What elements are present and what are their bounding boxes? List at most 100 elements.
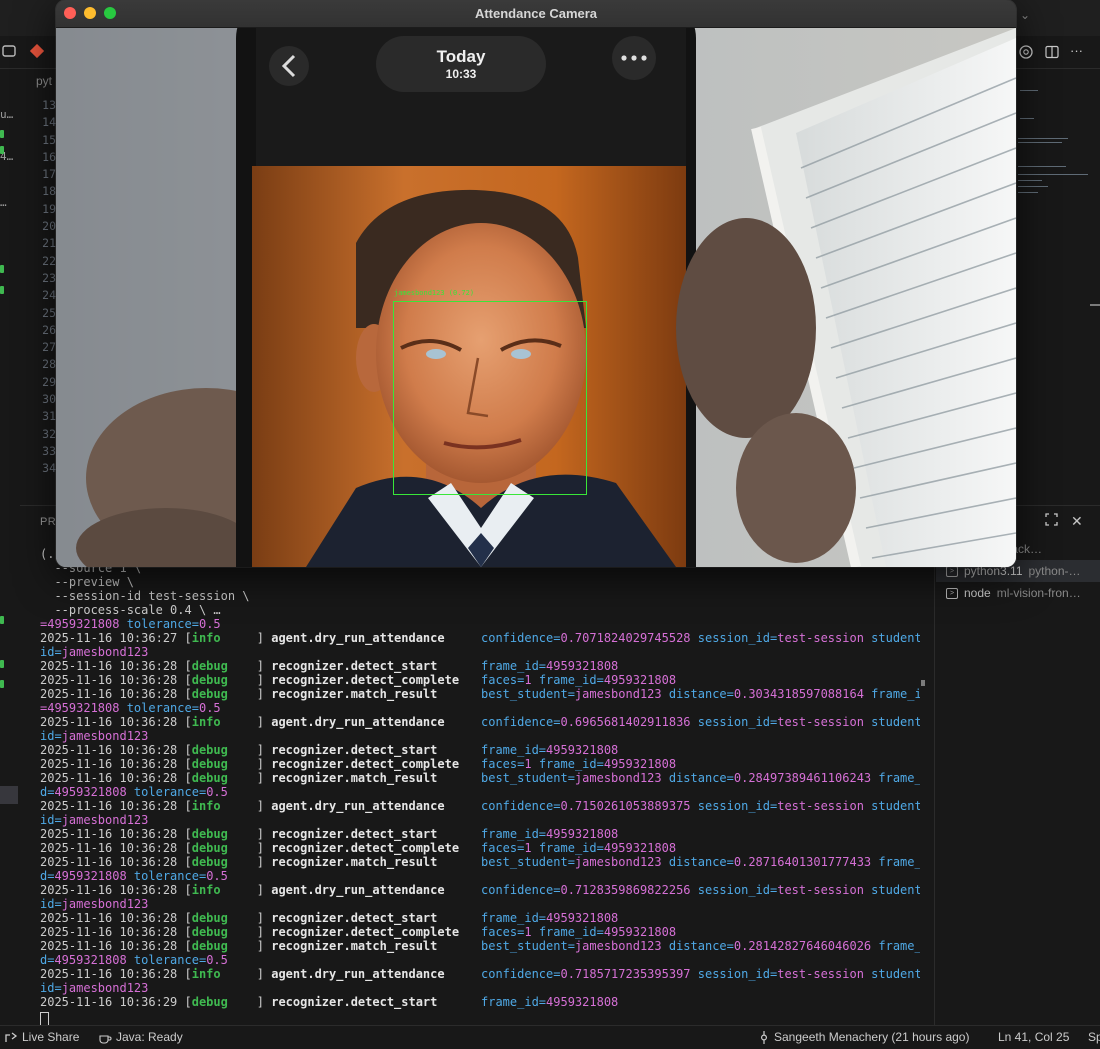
git-status-mark [0, 660, 4, 668]
log-timestamp: 2025-11-16 10:36:28 [40, 827, 178, 841]
cursor-position[interactable]: Ln 41, Col 25 [998, 1030, 1069, 1044]
log-field-value: 4959321808 [603, 757, 677, 771]
log-event: recognizer.detect_start [271, 911, 438, 925]
log-line: 2025-11-16 10:36:28 [info ] agent.dry_ru… [40, 715, 445, 729]
java-status-button[interactable]: Java: Ready [98, 1030, 183, 1044]
log-level: debug [191, 925, 228, 939]
log-timestamp: 2025-11-16 10:36:28 [40, 715, 178, 729]
terminal-command-line: --session-id test-session \ [40, 589, 250, 603]
log-field-key: frame_i [878, 771, 920, 785]
camera-window-title-bar[interactable]: Attendance Camera [56, 0, 1016, 28]
log-field-key: best_student= [481, 771, 575, 785]
camera-window[interactable]: Attendance Camera Today 10:33 jamesbond1… [56, 0, 1016, 567]
log-timestamp: 2025-11-16 10:36:28 [40, 659, 178, 673]
log-field-key: id= [40, 645, 62, 659]
terminal-session-name: node [964, 586, 991, 600]
log-field-key: frame_i [878, 855, 920, 869]
log-field-value: 4959321808 [603, 673, 677, 687]
live-share-button[interactable]: Live Share [4, 1030, 79, 1044]
log-field-key: tolerance= [126, 785, 207, 799]
activity-selected [0, 786, 18, 804]
git-blame-item[interactable]: Sangeeth Menachery (21 hours ago) [758, 1030, 969, 1044]
spaces-indicator[interactable]: Sp [1088, 1030, 1100, 1044]
log-timestamp: 2025-11-16 10:36:28 [40, 757, 178, 771]
log-field-key: distance= [661, 771, 734, 785]
log-field-value: 0.7128359869822256 [560, 883, 691, 897]
log-field-value: 4959321808 [546, 911, 619, 925]
minimap[interactable] [1016, 80, 1092, 220]
log-timestamp: 2025-11-16 10:36:28 [40, 967, 178, 981]
log-wrap-line: id=jamesbond123 [40, 897, 148, 911]
log-field-key: session_id= [690, 967, 778, 981]
log-field-key: d= [40, 785, 55, 799]
log-fields: frame_id=4959321808 [481, 743, 618, 757]
log-wrap-line: d=4959321808 tolerance=0.5 [40, 869, 228, 883]
chevron-down-icon[interactable]: ⌄ [1020, 8, 1030, 22]
editor-tab-label[interactable]: pyt [36, 74, 52, 88]
git-icon[interactable] [30, 44, 44, 58]
log-field-key: confidence= [481, 883, 561, 897]
log-field-key: session_id= [690, 715, 778, 729]
log-fields: confidence=0.7185717235395397 session_id… [481, 967, 920, 981]
log-field-value: 0.6965681402911836 [560, 715, 691, 729]
split-icon[interactable] [2, 44, 16, 58]
line-number: 32 [42, 426, 56, 441]
chatgpt-icon[interactable] [1018, 44, 1034, 60]
log-field-key: frame_id= [531, 757, 604, 771]
log-field-key: best_student= [481, 687, 575, 701]
log-wrap-line: id=jamesbond123 [40, 813, 148, 827]
log-line: 2025-11-16 10:36:28 [debug ] recognizer.… [40, 925, 460, 939]
log-level: debug [191, 855, 228, 869]
log-event: recognizer.detect_start [271, 659, 438, 673]
log-event: recognizer.detect_complete [271, 757, 460, 771]
terminal-session-item[interactable]: > node ml-vision-fron… [936, 582, 1100, 604]
line-number: 22 [42, 253, 56, 268]
log-field-key: distance= [661, 687, 734, 701]
log-field-value: 0.5 [206, 953, 228, 967]
log-timestamp: 2025-11-16 10:36:28 [40, 771, 178, 785]
log-event: agent.dry_run_attendance [271, 631, 445, 645]
log-timestamp: 2025-11-16 10:36:28 [40, 883, 178, 897]
close-panel-icon[interactable]: ✕ [1071, 513, 1083, 530]
log-field-value: 1 [524, 925, 532, 939]
log-field-key: frame_id= [481, 827, 547, 841]
split-editor-icon[interactable] [1044, 44, 1060, 60]
log-field-value: jamesbond123 [574, 939, 662, 953]
log-line: 2025-11-16 10:36:28 [info ] agent.dry_ru… [40, 967, 445, 981]
log-timestamp: 2025-11-16 10:36:27 [40, 631, 178, 645]
log-field-value: 1 [524, 841, 532, 855]
terminal-output[interactable]: (. --source 1 \ --preview \ --session-id… [20, 545, 920, 1025]
log-field-key: tolerance= [126, 869, 207, 883]
terminal-session-desc: python-… [1028, 564, 1081, 578]
log-fields: confidence=0.6965681402911836 session_id… [481, 715, 920, 729]
log-field-value: 4959321808 [546, 995, 619, 1009]
log-line: 2025-11-16 10:36:27 [info ] agent.dry_ru… [40, 631, 445, 645]
log-field-value: jamesbond123 [574, 771, 662, 785]
status-bar: Live Share Java: Ready Sangeeth Menacher… [0, 1025, 1100, 1049]
log-field-key: faces= [481, 925, 525, 939]
log-field-key: confidence= [481, 967, 561, 981]
log-timestamp: 2025-11-16 10:36:28 [40, 687, 178, 701]
log-timestamp: 2025-11-16 10:36:28 [40, 743, 178, 757]
log-field-key: confidence= [481, 631, 561, 645]
log-line: 2025-11-16 10:36:28 [debug ] recognizer.… [40, 827, 438, 841]
log-timestamp: 2025-11-16 10:36:28 [40, 855, 178, 869]
log-field-key: session_id= [690, 631, 778, 645]
log-field-key: id= [40, 897, 62, 911]
log-field-key: frame_id [871, 687, 920, 701]
log-field-value: 4959321808 [546, 827, 619, 841]
log-field-key: confidence= [481, 715, 561, 729]
log-field-value: 0.28497389461106243 [733, 771, 872, 785]
log-field-value: 0.7150261053889375 [560, 799, 691, 813]
terminal-icon: > [946, 565, 958, 577]
line-number: 27 [42, 340, 56, 355]
panel-tab[interactable]: PR [40, 516, 56, 528]
log-field-value: test-session [777, 715, 864, 729]
log-field-key: tolerance= [126, 953, 207, 967]
log-field-value: test-session [777, 631, 864, 645]
more-actions-icon[interactable]: ··· [1070, 44, 1083, 60]
log-wrap-line: id=jamesbond123 [40, 645, 148, 659]
maximize-panel-icon[interactable] [1044, 512, 1059, 530]
line-number: 31 [42, 409, 56, 424]
line-number: 20 [42, 219, 56, 234]
